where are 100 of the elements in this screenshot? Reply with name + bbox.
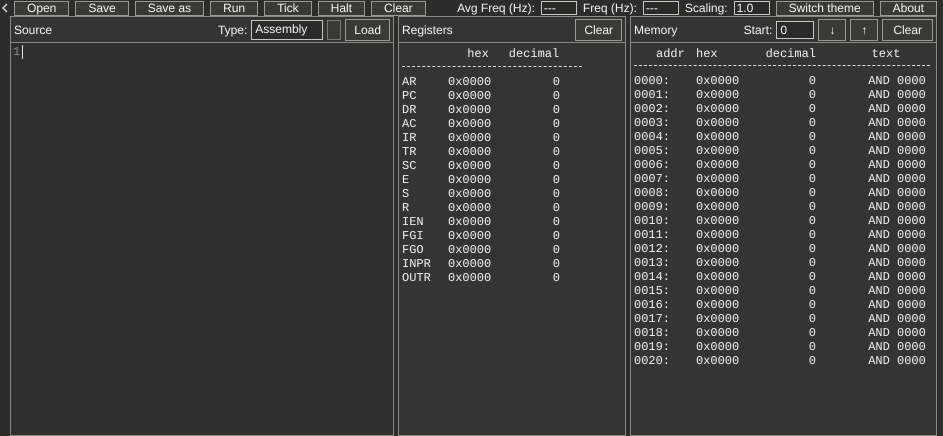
instruction-text: AND 0000 <box>867 74 926 88</box>
register-name: DR <box>402 103 418 117</box>
hex-value: 0x0000 <box>448 243 492 257</box>
instruction-text: AND 0000 <box>867 256 926 270</box>
hex-value: 0x0000 <box>448 159 492 173</box>
decimal-value: 0 <box>808 186 816 200</box>
decimal-value: 0 <box>808 270 816 284</box>
decimal-value: 0 <box>808 158 816 172</box>
address: 0004: <box>634 130 672 144</box>
address: 0015: <box>634 284 672 298</box>
hex-value: 0x0000 <box>696 256 740 270</box>
panel-title: Registers <box>402 22 453 36</box>
instruction-text: AND 0000 <box>867 102 926 116</box>
hex-value: 0x0000 <box>696 172 740 186</box>
hex-value: 0x0000 <box>696 270 740 284</box>
toolbar-button[interactable]: Run <box>210 0 258 16</box>
field-label: Scaling: <box>684 1 728 15</box>
column-header: hex <box>466 47 490 61</box>
hex-value: 0x0000 <box>696 340 740 354</box>
address: 0012: <box>634 242 672 256</box>
toolbar-button[interactable]: Save <box>75 0 129 16</box>
column-header: decimal <box>764 47 816 61</box>
panel-title: Memory <box>634 22 678 36</box>
address: 0017: <box>634 312 672 326</box>
decimal-value: 0 <box>552 75 560 89</box>
decimal-value: 0 <box>552 117 560 131</box>
field-label: Avg Freq (Hz): <box>457 1 535 15</box>
register-name: FGI <box>402 229 425 243</box>
decimal-value: 0 <box>552 131 560 145</box>
toolbar-button[interactable]: Switch theme <box>776 0 874 16</box>
instruction-text: AND 0000 <box>867 158 926 172</box>
field-label: Freq (Hz): <box>582 1 637 15</box>
address: 0009: <box>634 200 672 214</box>
address: 0008: <box>634 186 672 200</box>
column-header: decimal <box>508 47 560 61</box>
instruction-text: AND 0000 <box>867 186 926 200</box>
hex-value: 0x0000 <box>448 131 492 145</box>
address: 0010: <box>634 214 672 228</box>
decimal-value: 0 <box>808 200 816 214</box>
register-name: IR <box>402 131 418 145</box>
start-field[interactable]: 0 <box>776 20 814 38</box>
scroll-up-button[interactable]: ↑ <box>850 18 878 40</box>
register-name: E <box>402 173 410 187</box>
decimal-value: 0 <box>808 214 816 228</box>
decimal-value: 0 <box>552 173 560 187</box>
hex-value: 0x0000 <box>696 298 740 312</box>
hex-value: 0x0000 <box>448 75 492 89</box>
avg-freq-field[interactable]: --- <box>540 1 577 15</box>
scaling-field[interactable]: 1.0 <box>734 1 770 15</box>
register-name: AC <box>402 117 418 131</box>
text-cursor <box>22 45 24 59</box>
decimal-value: 0 <box>552 215 560 229</box>
address: 0018: <box>634 326 672 340</box>
clear-button[interactable]: Clear <box>882 18 933 40</box>
hex-value: 0x0000 <box>696 354 740 368</box>
toolbar-button[interactable]: About <box>880 0 937 16</box>
hex-value: 0x0000 <box>448 271 492 285</box>
address: 0005: <box>634 144 672 158</box>
toolbar-button[interactable]: Clear <box>371 0 426 16</box>
load-button[interactable]: Load <box>345 18 390 40</box>
decimal-value: 0 <box>552 243 560 257</box>
decimal-value: 0 <box>808 340 816 354</box>
hex-value: 0x0000 <box>696 158 740 172</box>
chevron-left-icon[interactable] <box>2 3 8 13</box>
toolbar-button[interactable]: Halt <box>318 0 365 16</box>
address: 0014: <box>634 270 672 284</box>
address: 0020: <box>634 354 672 368</box>
hex-value: 0x0000 <box>448 187 492 201</box>
type-dropdown[interactable]: Assembly <box>251 20 324 40</box>
column-header: text <box>870 47 902 61</box>
hex-value: 0x0000 <box>448 257 492 271</box>
decimal-value: 0 <box>552 201 560 215</box>
clear-button[interactable]: Clear <box>575 18 622 40</box>
address: 0006: <box>634 158 672 172</box>
decimal-value: 0 <box>808 326 816 340</box>
register-name: AR <box>402 75 418 89</box>
decimal-value: 0 <box>808 172 816 186</box>
hex-value: 0x0000 <box>448 215 492 229</box>
instruction-text: AND 0000 <box>867 312 926 326</box>
toolbar-button[interactable]: Open <box>14 0 70 16</box>
field-label: Start: <box>744 22 772 36</box>
register-name: INPR <box>402 257 432 271</box>
decimal-value: 0 <box>808 242 816 256</box>
address: 0011: <box>634 228 672 242</box>
hex-value: 0x0000 <box>696 200 740 214</box>
register-name: SC <box>402 159 418 173</box>
decimal-value: 0 <box>808 88 816 102</box>
toolbar-button[interactable]: Tick <box>264 0 312 16</box>
decimal-value: 0 <box>552 145 560 159</box>
hex-value: 0x0000 <box>696 186 740 200</box>
decimal-value: 0 <box>552 103 560 117</box>
freq-field[interactable]: --- <box>642 1 679 15</box>
field-label: Type: <box>218 22 248 36</box>
decimal-value: 0 <box>808 228 816 242</box>
toolbar-button[interactable]: Save as <box>134 0 204 16</box>
instruction-text: AND 0000 <box>867 340 926 354</box>
instruction-text: AND 0000 <box>867 228 926 242</box>
scroll-down-button[interactable]: ↓ <box>818 18 846 40</box>
instruction-text: AND 0000 <box>867 172 926 186</box>
hex-value: 0x0000 <box>696 102 740 116</box>
